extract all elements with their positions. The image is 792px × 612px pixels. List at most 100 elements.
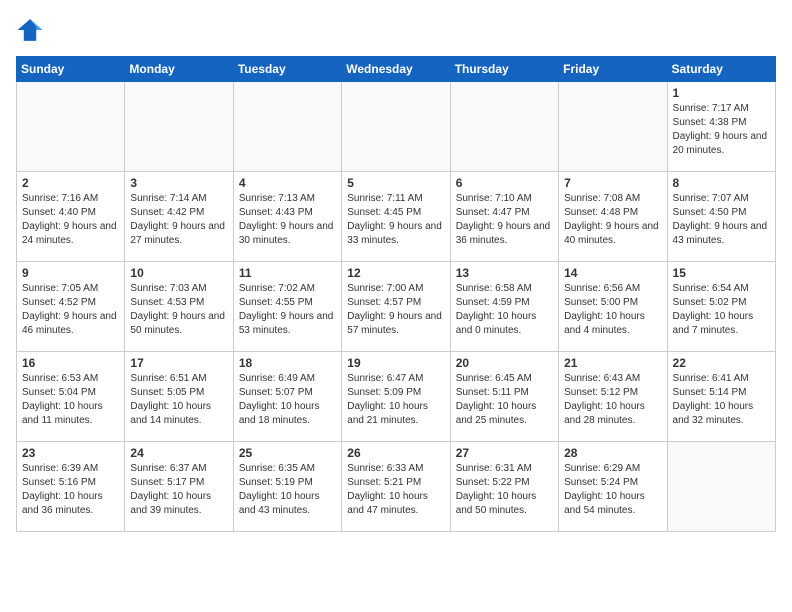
day-info: Sunrise: 7:03 AM Sunset: 4:53 PM Dayligh… xyxy=(130,282,227,338)
day-number: 11 xyxy=(239,266,336,280)
day-number: 3 xyxy=(130,176,227,190)
day-info: Sunrise: 7:10 AM Sunset: 4:47 PM Dayligh… xyxy=(456,192,553,248)
day-number: 5 xyxy=(347,176,444,190)
day-info: Sunrise: 7:11 AM Sunset: 4:45 PM Dayligh… xyxy=(347,192,444,248)
weekday-header-wednesday: Wednesday xyxy=(342,57,450,82)
day-info: Sunrise: 7:17 AM Sunset: 4:38 PM Dayligh… xyxy=(673,102,770,158)
weekday-header-monday: Monday xyxy=(125,57,233,82)
weekday-header-sunday: Sunday xyxy=(17,57,125,82)
day-number: 23 xyxy=(22,446,119,460)
calendar-cell: 14 Sunrise: 6:56 AM Sunset: 5:00 PM Dayli… xyxy=(559,262,667,352)
day-info: Sunrise: 6:58 AM Sunset: 4:59 PM Dayligh… xyxy=(456,282,553,338)
day-info: Sunrise: 6:45 AM Sunset: 5:11 PM Dayligh… xyxy=(456,372,553,428)
calendar-cell xyxy=(125,82,233,172)
calendar-cell: 7 Sunrise: 7:08 AM Sunset: 4:48 PM Daylig… xyxy=(559,172,667,262)
day-info: Sunrise: 6:39 AM Sunset: 5:16 PM Dayligh… xyxy=(22,462,119,518)
calendar-cell: 12 Sunrise: 7:00 AM Sunset: 4:57 PM Dayli… xyxy=(342,262,450,352)
weekday-header-tuesday: Tuesday xyxy=(233,57,341,82)
day-number: 24 xyxy=(130,446,227,460)
day-number: 8 xyxy=(673,176,770,190)
day-number: 15 xyxy=(673,266,770,280)
calendar-cell: 18 Sunrise: 6:49 AM Sunset: 5:07 PM Dayli… xyxy=(233,352,341,442)
calendar-cell: 17 Sunrise: 6:51 AM Sunset: 5:05 PM Dayli… xyxy=(125,352,233,442)
day-info: Sunrise: 7:05 AM Sunset: 4:52 PM Dayligh… xyxy=(22,282,119,338)
day-number: 17 xyxy=(130,356,227,370)
day-info: Sunrise: 6:49 AM Sunset: 5:07 PM Dayligh… xyxy=(239,372,336,428)
calendar-cell xyxy=(559,82,667,172)
calendar-cell: 28 Sunrise: 6:29 AM Sunset: 5:24 PM Dayli… xyxy=(559,442,667,532)
day-info: Sunrise: 6:29 AM Sunset: 5:24 PM Dayligh… xyxy=(564,462,661,518)
day-number: 25 xyxy=(239,446,336,460)
day-info: Sunrise: 6:54 AM Sunset: 5:02 PM Dayligh… xyxy=(673,282,770,338)
day-number: 28 xyxy=(564,446,661,460)
day-info: Sunrise: 6:47 AM Sunset: 5:09 PM Dayligh… xyxy=(347,372,444,428)
calendar-cell xyxy=(342,82,450,172)
day-info: Sunrise: 7:02 AM Sunset: 4:55 PM Dayligh… xyxy=(239,282,336,338)
day-number: 10 xyxy=(130,266,227,280)
day-number: 14 xyxy=(564,266,661,280)
day-number: 20 xyxy=(456,356,553,370)
calendar-cell xyxy=(233,82,341,172)
calendar-cell xyxy=(17,82,125,172)
day-number: 21 xyxy=(564,356,661,370)
calendar-cell: 10 Sunrise: 7:03 AM Sunset: 4:53 PM Dayli… xyxy=(125,262,233,352)
day-number: 9 xyxy=(22,266,119,280)
calendar-cell: 15 Sunrise: 6:54 AM Sunset: 5:02 PM Dayli… xyxy=(667,262,775,352)
day-number: 26 xyxy=(347,446,444,460)
day-number: 1 xyxy=(673,86,770,100)
day-number: 12 xyxy=(347,266,444,280)
calendar-cell: 27 Sunrise: 6:31 AM Sunset: 5:22 PM Dayli… xyxy=(450,442,558,532)
calendar-cell: 16 Sunrise: 6:53 AM Sunset: 5:04 PM Dayli… xyxy=(17,352,125,442)
day-number: 4 xyxy=(239,176,336,190)
weekday-header-friday: Friday xyxy=(559,57,667,82)
page-header xyxy=(16,16,776,44)
calendar-cell: 4 Sunrise: 7:13 AM Sunset: 4:43 PM Daylig… xyxy=(233,172,341,262)
calendar-cell: 23 Sunrise: 6:39 AM Sunset: 5:16 PM Dayli… xyxy=(17,442,125,532)
calendar-cell: 1 Sunrise: 7:17 AM Sunset: 4:38 PM Daylig… xyxy=(667,82,775,172)
day-number: 27 xyxy=(456,446,553,460)
calendar-cell: 6 Sunrise: 7:10 AM Sunset: 4:47 PM Daylig… xyxy=(450,172,558,262)
day-number: 19 xyxy=(347,356,444,370)
day-number: 2 xyxy=(22,176,119,190)
calendar-cell: 11 Sunrise: 7:02 AM Sunset: 4:55 PM Dayli… xyxy=(233,262,341,352)
calendar: SundayMondayTuesdayWednesdayThursdayFrid… xyxy=(16,56,776,532)
day-info: Sunrise: 6:31 AM Sunset: 5:22 PM Dayligh… xyxy=(456,462,553,518)
day-info: Sunrise: 6:56 AM Sunset: 5:00 PM Dayligh… xyxy=(564,282,661,338)
calendar-cell: 24 Sunrise: 6:37 AM Sunset: 5:17 PM Dayli… xyxy=(125,442,233,532)
day-info: Sunrise: 7:14 AM Sunset: 4:42 PM Dayligh… xyxy=(130,192,227,248)
day-info: Sunrise: 6:51 AM Sunset: 5:05 PM Dayligh… xyxy=(130,372,227,428)
calendar-cell: 9 Sunrise: 7:05 AM Sunset: 4:52 PM Daylig… xyxy=(17,262,125,352)
logo-icon xyxy=(16,16,44,44)
weekday-header-saturday: Saturday xyxy=(667,57,775,82)
day-number: 16 xyxy=(22,356,119,370)
weekday-header-thursday: Thursday xyxy=(450,57,558,82)
calendar-cell: 8Sunrise: 7:07 AM Sunset: 4:50 PM Daylig… xyxy=(667,172,775,262)
calendar-cell: 21 Sunrise: 6:43 AM Sunset: 5:12 PM Dayli… xyxy=(559,352,667,442)
calendar-cell xyxy=(667,442,775,532)
day-number: 22 xyxy=(673,356,770,370)
day-info: Sunrise: 7:16 AM Sunset: 4:40 PM Dayligh… xyxy=(22,192,119,248)
day-number: 6 xyxy=(456,176,553,190)
day-info: Sunrise: 7:00 AM Sunset: 4:57 PM Dayligh… xyxy=(347,282,444,338)
day-number: 7 xyxy=(564,176,661,190)
day-info: Sunrise: 6:35 AM Sunset: 5:19 PM Dayligh… xyxy=(239,462,336,518)
logo xyxy=(16,16,48,44)
day-info: Sunrise: 6:33 AM Sunset: 5:21 PM Dayligh… xyxy=(347,462,444,518)
calendar-cell: 3 Sunrise: 7:14 AM Sunset: 4:42 PM Daylig… xyxy=(125,172,233,262)
calendar-cell: 22 Sunrise: 6:41 AM Sunset: 5:14 PM Dayli… xyxy=(667,352,775,442)
calendar-cell: 19 Sunrise: 6:47 AM Sunset: 5:09 PM Dayli… xyxy=(342,352,450,442)
calendar-cell: 13 Sunrise: 6:58 AM Sunset: 4:59 PM Dayli… xyxy=(450,262,558,352)
day-info: Sunrise: 7:13 AM Sunset: 4:43 PM Dayligh… xyxy=(239,192,336,248)
calendar-cell xyxy=(450,82,558,172)
day-info: Sunrise: 6:43 AM Sunset: 5:12 PM Dayligh… xyxy=(564,372,661,428)
day-info: Sunrise: 6:41 AM Sunset: 5:14 PM Dayligh… xyxy=(673,372,770,428)
calendar-cell: 20 Sunrise: 6:45 AM Sunset: 5:11 PM Dayli… xyxy=(450,352,558,442)
day-info: Sunrise: 7:08 AM Sunset: 4:48 PM Dayligh… xyxy=(564,192,661,248)
day-info: Sunrise: 6:53 AM Sunset: 5:04 PM Dayligh… xyxy=(22,372,119,428)
day-info: Sunrise: 6:37 AM Sunset: 5:17 PM Dayligh… xyxy=(130,462,227,518)
calendar-cell: 25 Sunrise: 6:35 AM Sunset: 5:19 PM Dayli… xyxy=(233,442,341,532)
day-number: 13 xyxy=(456,266,553,280)
calendar-cell: 5 Sunrise: 7:11 AM Sunset: 4:45 PM Daylig… xyxy=(342,172,450,262)
calendar-cell: 2 Sunrise: 7:16 AM Sunset: 4:40 PM Daylig… xyxy=(17,172,125,262)
day-number: 18 xyxy=(239,356,336,370)
